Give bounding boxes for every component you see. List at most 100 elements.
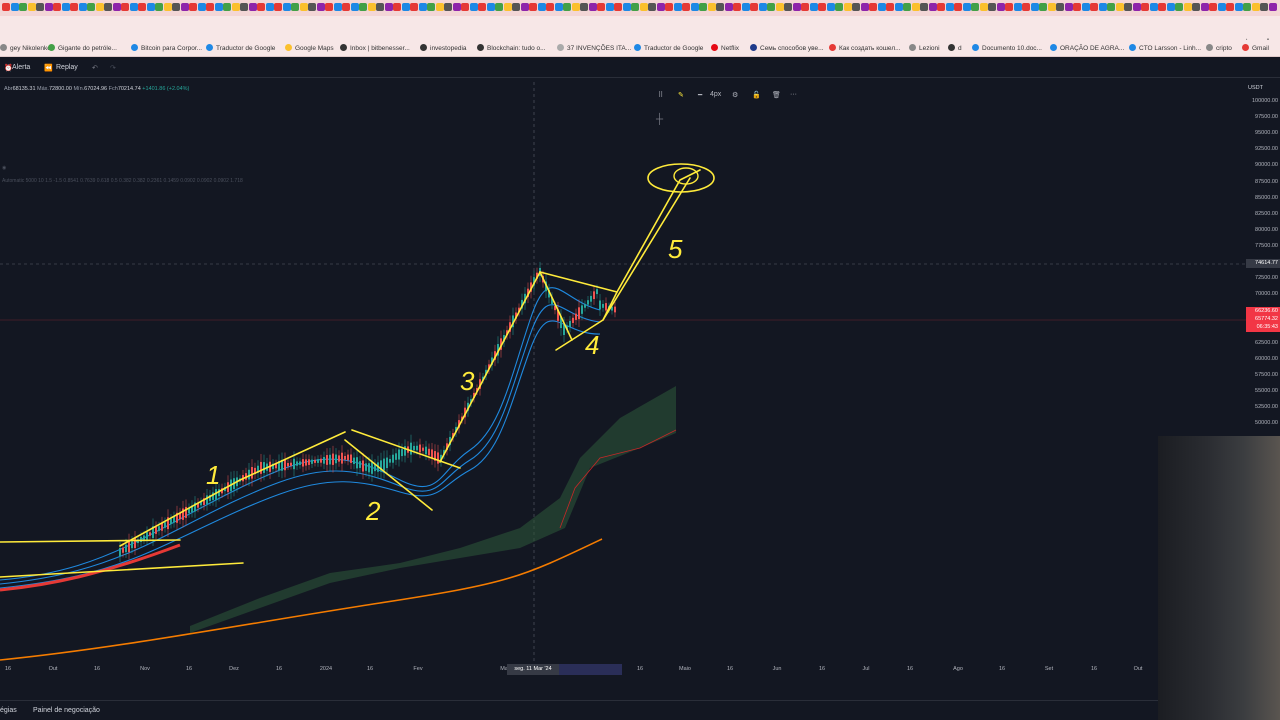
tab-favicon-icon[interactable] <box>537 3 546 11</box>
tab-favicon-icon[interactable] <box>1217 3 1226 11</box>
tab-favicon-icon[interactable] <box>1141 3 1149 11</box>
bookmark-item[interactable]: Семь способов уве... <box>750 44 824 52</box>
tab-favicon-icon[interactable] <box>1251 3 1260 11</box>
tab-favicon-icon[interactable] <box>282 3 291 11</box>
tab-favicon-icon[interactable] <box>10 3 19 11</box>
tab-favicon-icon[interactable] <box>1149 3 1158 11</box>
tab-favicon-icon[interactable] <box>257 3 265 11</box>
tab-favicon-icon[interactable] <box>248 3 257 11</box>
tab-favicon-icon[interactable] <box>903 3 911 11</box>
tab-favicon-icon[interactable] <box>665 3 673 11</box>
bookmark-item[interactable]: Inbox | bitbenesser... <box>340 44 410 52</box>
bookmark-item[interactable]: Documento 10.doc... <box>972 44 1042 52</box>
tab-favicon-icon[interactable] <box>444 3 452 11</box>
tab-favicon-icon[interactable] <box>733 3 741 11</box>
tab-favicon-icon[interactable] <box>1243 3 1251 11</box>
tab-favicon-icon[interactable] <box>554 3 563 11</box>
bookmark-item[interactable]: Как создать кошел... <box>829 44 901 52</box>
tab-favicon-icon[interactable] <box>775 3 784 11</box>
tab-favicon-icon[interactable] <box>27 3 36 11</box>
tab-favicon-icon[interactable] <box>962 3 971 11</box>
pencil-icon[interactable]: ✎ <box>678 91 684 99</box>
tab-favicon-icon[interactable] <box>1022 3 1030 11</box>
bookmark-item[interactable]: Gigante do petróle... <box>48 44 117 52</box>
tab-favicon-icon[interactable] <box>36 3 44 11</box>
tab-favicon-icon[interactable] <box>1107 3 1115 11</box>
tab-favicon-icon[interactable] <box>478 3 486 11</box>
price-chart[interactable]: 1 2 3 4 5 <box>0 78 1246 662</box>
tab-favicon-icon[interactable] <box>1124 3 1132 11</box>
tab-favicon-icon[interactable] <box>180 3 189 11</box>
tab-favicon-icon[interactable] <box>1047 3 1056 11</box>
tab-favicon-icon[interactable] <box>1192 3 1200 11</box>
tab-favicon-icon[interactable] <box>1175 3 1183 11</box>
currency-button[interactable]: USDT <box>1248 85 1263 91</box>
tab-favicon-icon[interactable] <box>707 3 716 11</box>
tab-favicon-icon[interactable] <box>503 3 512 11</box>
more-icon[interactable]: ··· <box>790 91 797 98</box>
tab-favicon-icon[interactable] <box>1013 3 1022 11</box>
tab-favicon-icon[interactable] <box>716 3 724 11</box>
tab-favicon-icon[interactable] <box>911 3 920 11</box>
tab-favicon-icon[interactable] <box>410 3 418 11</box>
tab-favicon-icon[interactable] <box>801 3 809 11</box>
tab-favicon-icon[interactable] <box>486 3 495 11</box>
tab-favicon-icon[interactable] <box>750 3 758 11</box>
tab-favicon-icon[interactable] <box>299 3 308 11</box>
tab-favicon-icon[interactable] <box>121 3 129 11</box>
tab-favicon-icon[interactable] <box>758 3 767 11</box>
tab-favicon-icon[interactable] <box>1200 3 1209 11</box>
tab-favicon-icon[interactable] <box>673 3 682 11</box>
redo-icon[interactable]: ↷ <box>110 64 116 72</box>
settings-icon[interactable]: ⚙ <box>732 91 738 99</box>
tab-favicon-icon[interactable] <box>342 3 350 11</box>
tab-favicon-icon[interactable] <box>291 3 299 11</box>
tab-favicon-icon[interactable] <box>818 3 826 11</box>
tab-favicon-icon[interactable] <box>2 3 10 11</box>
tab-favicon-icon[interactable] <box>682 3 690 11</box>
hidden-indicator-eye-icon[interactable]: ◉ <box>2 165 6 171</box>
tab-favicon-icon[interactable] <box>996 3 1005 11</box>
tab-favicon-icon[interactable] <box>214 3 223 11</box>
tab-favicon-icon[interactable] <box>461 3 469 11</box>
tab-favicon-icon[interactable] <box>512 3 520 11</box>
tab-favicon-icon[interactable] <box>418 3 427 11</box>
tab-favicon-icon[interactable] <box>1226 3 1234 11</box>
tab-favicon-icon[interactable] <box>87 3 95 11</box>
tab-favicon-icon[interactable] <box>427 3 435 11</box>
tab-favicon-icon[interactable] <box>563 3 571 11</box>
tab-favicon-icon[interactable] <box>104 3 112 11</box>
trash-icon[interactable]: 🗑 <box>772 91 781 99</box>
tab-favicon-icon[interactable] <box>826 3 835 11</box>
tab-favicon-icon[interactable] <box>605 3 614 11</box>
bookmark-item[interactable]: investopedia <box>420 44 467 52</box>
tab-favicon-icon[interactable] <box>384 3 393 11</box>
tab-favicon-icon[interactable] <box>894 3 903 11</box>
tab-favicon-icon[interactable] <box>393 3 401 11</box>
tab-favicon-icon[interactable] <box>767 3 775 11</box>
tab-favicon-icon[interactable] <box>223 3 231 11</box>
browser-tab-strip[interactable] <box>0 0 1280 16</box>
bookmark-item[interactable]: Traductor de Google <box>634 44 703 52</box>
tab-favicon-icon[interactable] <box>920 3 928 11</box>
tab-favicon-icon[interactable] <box>979 3 988 11</box>
tab-favicon-icon[interactable] <box>359 3 367 11</box>
tab-favicon-icon[interactable] <box>928 3 937 11</box>
strategies-tab[interactable]: égias <box>0 707 17 714</box>
tab-favicon-icon[interactable] <box>1081 3 1090 11</box>
tab-favicon-icon[interactable] <box>1132 3 1141 11</box>
replay-icon[interactable]: ⏪ <box>44 64 53 72</box>
tab-favicon-icon[interactable] <box>622 3 631 11</box>
bookmark-item[interactable]: CTO Larsson - Linh... <box>1129 44 1201 52</box>
tab-favicon-icon[interactable] <box>240 3 248 11</box>
trading-panel-tab[interactable]: Painel de negociação <box>33 707 100 714</box>
tab-favicon-icon[interactable] <box>546 3 554 11</box>
tab-favicon-icon[interactable] <box>1073 3 1081 11</box>
tab-favicon-icon[interactable] <box>1039 3 1047 11</box>
drag-handle-icon[interactable]: ⠿ <box>658 91 663 99</box>
tab-favicon-icon[interactable] <box>376 3 384 11</box>
tab-favicon-icon[interactable] <box>971 3 979 11</box>
tab-favicon-icon[interactable] <box>308 3 316 11</box>
tab-favicon-icon[interactable] <box>1260 3 1268 11</box>
tab-favicon-icon[interactable] <box>648 3 656 11</box>
